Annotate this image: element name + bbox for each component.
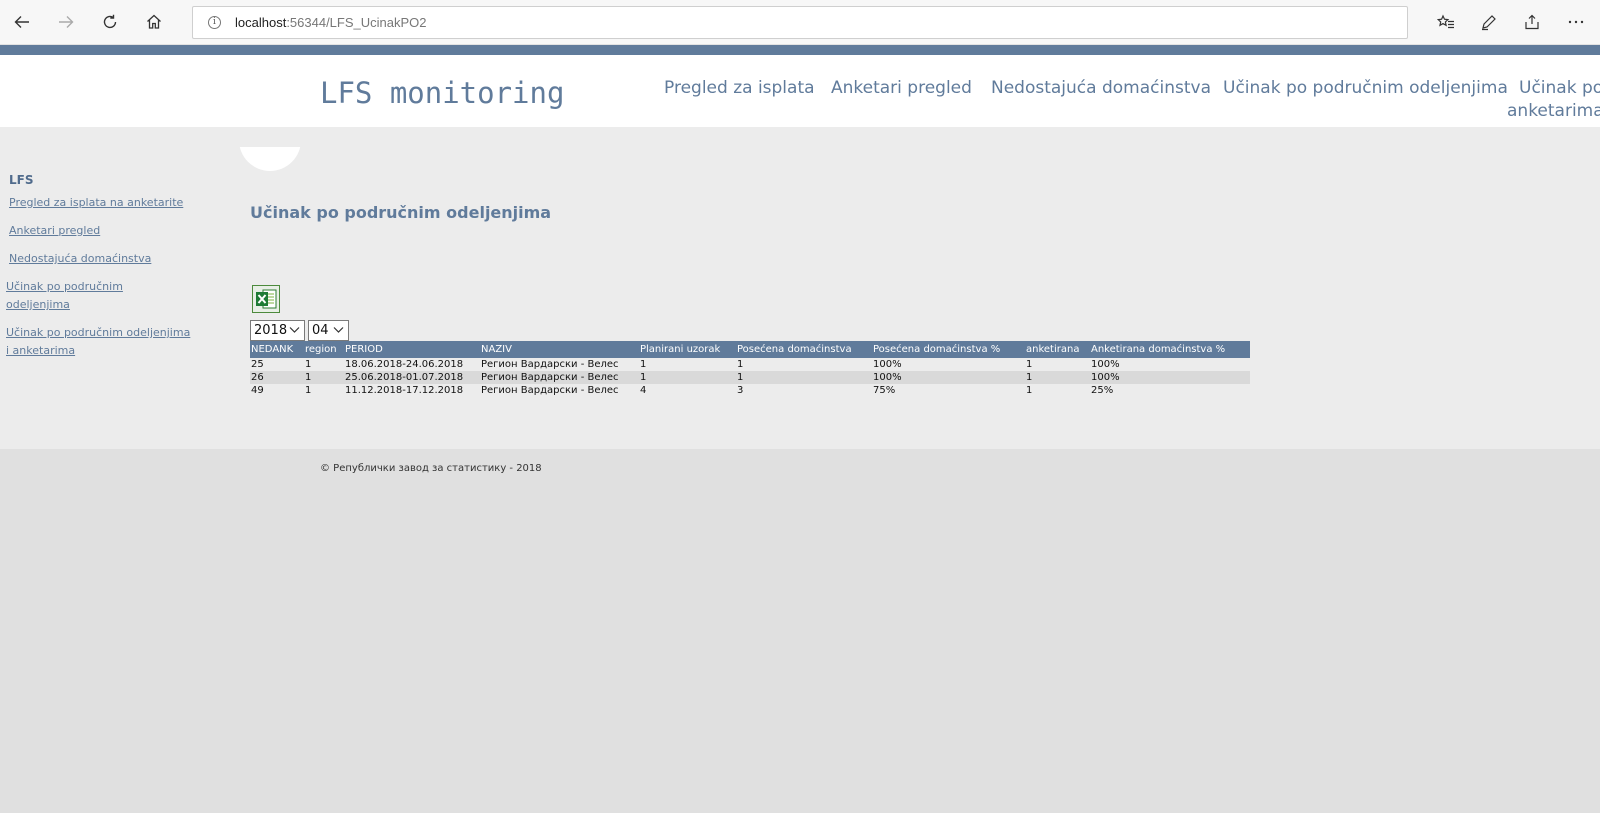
cell-nedank: 49 [251, 385, 264, 396]
cell-naziv: Регион Вардарски - Велес [481, 385, 619, 396]
cell-anketirana: 1 [1026, 359, 1033, 370]
info-icon[interactable]: i [208, 16, 221, 29]
col-header-period[interactable]: PERIOD [344, 341, 480, 358]
col-header-nedank[interactable]: NEDANK [250, 341, 304, 358]
sidebar-link-ucinak-po-odeljenjima-line2[interactable]: odeljenjima [6, 296, 70, 314]
sidebar-link-ucinak-po-odeljenjima[interactable]: Učinak po područnim [6, 278, 123, 296]
cell-posecena-pct: 100% [873, 359, 902, 370]
footer-copyright: © Републички завод за статистику - 2018 [320, 463, 542, 474]
url-path: :56344/LFS_UcinakPO2 [286, 15, 427, 30]
month-select-value: 04 [312, 323, 329, 338]
year-select-value: 2018 [254, 323, 288, 338]
topnav-nedostajuca-domacinstva[interactable]: Nedostajuća domaćinstva [991, 76, 1211, 100]
topnav-ucinak-po-anketarima-line2[interactable]: anketarima [1507, 99, 1600, 123]
col-header-anketirana[interactable]: anketirana [1025, 341, 1090, 358]
sidebar-title: LFS [9, 173, 34, 187]
sidebar-link-nedostajuca-domacinstva[interactable]: Nedostajuća domaćinstva [9, 250, 151, 268]
table-row: 26 1 25.06.2018-01.07.2018 Регион Вардар… [250, 371, 1250, 384]
col-header-posecena-domacinstva-pct[interactable]: Posećena domaćinstva % [872, 341, 1025, 358]
table-header-row: NEDANK region PERIOD NAZIV Planirani uzo… [250, 341, 1250, 358]
cell-posecena-pct: 100% [872, 371, 1025, 384]
cell-anketirana: 1 [1026, 385, 1033, 396]
cell-planirani-uzorak: 1 [640, 359, 647, 370]
col-header-region[interactable]: region [304, 341, 344, 358]
topnav-ucinak-po-odeljenjima[interactable]: Učinak po područnim odeljenjima [1223, 76, 1508, 100]
cell-planirani-uzorak: 1 [639, 371, 736, 384]
cell-nedank: 26 [250, 371, 304, 384]
refresh-icon[interactable] [98, 10, 122, 34]
cell-anketirana-pct: 100% [1091, 359, 1120, 370]
favorites-icon[interactable] [1434, 10, 1458, 34]
share-icon[interactable] [1520, 10, 1544, 34]
sidebar-link-ucinak-i-anketarima[interactable]: Učinak po područnim odeljenjima [6, 324, 190, 342]
cell-region: 1 [305, 385, 312, 396]
excel-export-button[interactable] [252, 285, 280, 313]
cell-posecena: 3 [737, 385, 744, 396]
cell-anketirana-pct: 25% [1091, 385, 1114, 396]
cell-nedank: 25 [251, 359, 264, 370]
topnav-pregled-za-isplata[interactable]: Pregled za isplata [664, 76, 815, 100]
browser-toolbar: i localhost:56344/LFS_UcinakPO2 [0, 0, 1600, 45]
content-area: LFS Pregled za isplata na anketarite Ank… [0, 127, 1600, 449]
col-header-planirani-uzorak[interactable]: Planirani uzorak [639, 341, 736, 358]
cell-period: 18.06.2018-24.06.2018 [345, 359, 464, 370]
cell-naziv: Регион Вардарски - Велес [481, 359, 619, 370]
cell-region: 1 [305, 359, 312, 370]
cell-period: 25.06.2018-01.07.2018 [344, 371, 480, 384]
results-table: NEDANK region PERIOD NAZIV Planirani uzo… [250, 341, 1250, 397]
table-row: 49 1 11.12.2018-17.12.2018 Регион Вардар… [250, 384, 1250, 397]
topnav-ucinak-po-anketarima[interactable]: Učinak po [1519, 76, 1600, 100]
cell-posecena: 1 [737, 359, 744, 370]
table-row: 25 1 18.06.2018-24.06.2018 Регион Вардар… [250, 358, 1250, 371]
more-icon[interactable] [1564, 10, 1588, 34]
cell-anketirana-pct: 100% [1090, 371, 1250, 384]
chevron-down-icon [289, 327, 300, 333]
cell-posecena-pct: 75% [873, 385, 896, 396]
sidebar-link-anketari-pregled[interactable]: Anketari pregled [9, 222, 100, 240]
cell-region: 1 [304, 371, 344, 384]
col-header-anketirana-domacinstva-pct[interactable]: Anketirana domaćinstva % [1090, 341, 1250, 358]
site-header: LFS monitoring Pregled za isplata Anketa… [0, 55, 1600, 127]
month-select[interactable]: 04 [308, 320, 349, 341]
topnav-anketari-pregled[interactable]: Anketari pregled [831, 76, 972, 100]
home-icon[interactable] [142, 10, 166, 34]
year-select[interactable]: 2018 [250, 320, 305, 341]
chevron-down-icon [333, 327, 344, 333]
col-header-naziv[interactable]: NAZIV [480, 341, 639, 358]
forward-icon[interactable] [54, 10, 78, 34]
cell-posecena: 1 [736, 371, 872, 384]
decorative-circle [239, 147, 301, 195]
pen-icon[interactable] [1477, 10, 1501, 34]
site-title[interactable]: LFS monitoring [320, 76, 564, 110]
back-icon[interactable] [10, 10, 34, 34]
col-header-posecena-domacinstva[interactable]: Posećena domaćinstva [736, 341, 872, 358]
cell-period: 11.12.2018-17.12.2018 [345, 385, 464, 396]
sidebar-link-pregled-za-isplata[interactable]: Pregled za isplata na anketarite [9, 194, 183, 212]
cell-naziv: Регион Вардарски - Велес [480, 371, 639, 384]
url-host: localhost [235, 15, 287, 30]
sidebar-link-ucinak-i-anketarima-line2[interactable]: i anketarima [6, 342, 75, 360]
page-title: Učinak po područnim odeljenjima [250, 203, 552, 222]
excel-icon [256, 289, 277, 309]
accent-strip [0, 45, 1600, 55]
address-bar[interactable]: i localhost:56344/LFS_UcinakPO2 [192, 6, 1408, 39]
cell-anketirana: 1 [1025, 371, 1090, 384]
cell-planirani-uzorak: 4 [640, 385, 647, 396]
